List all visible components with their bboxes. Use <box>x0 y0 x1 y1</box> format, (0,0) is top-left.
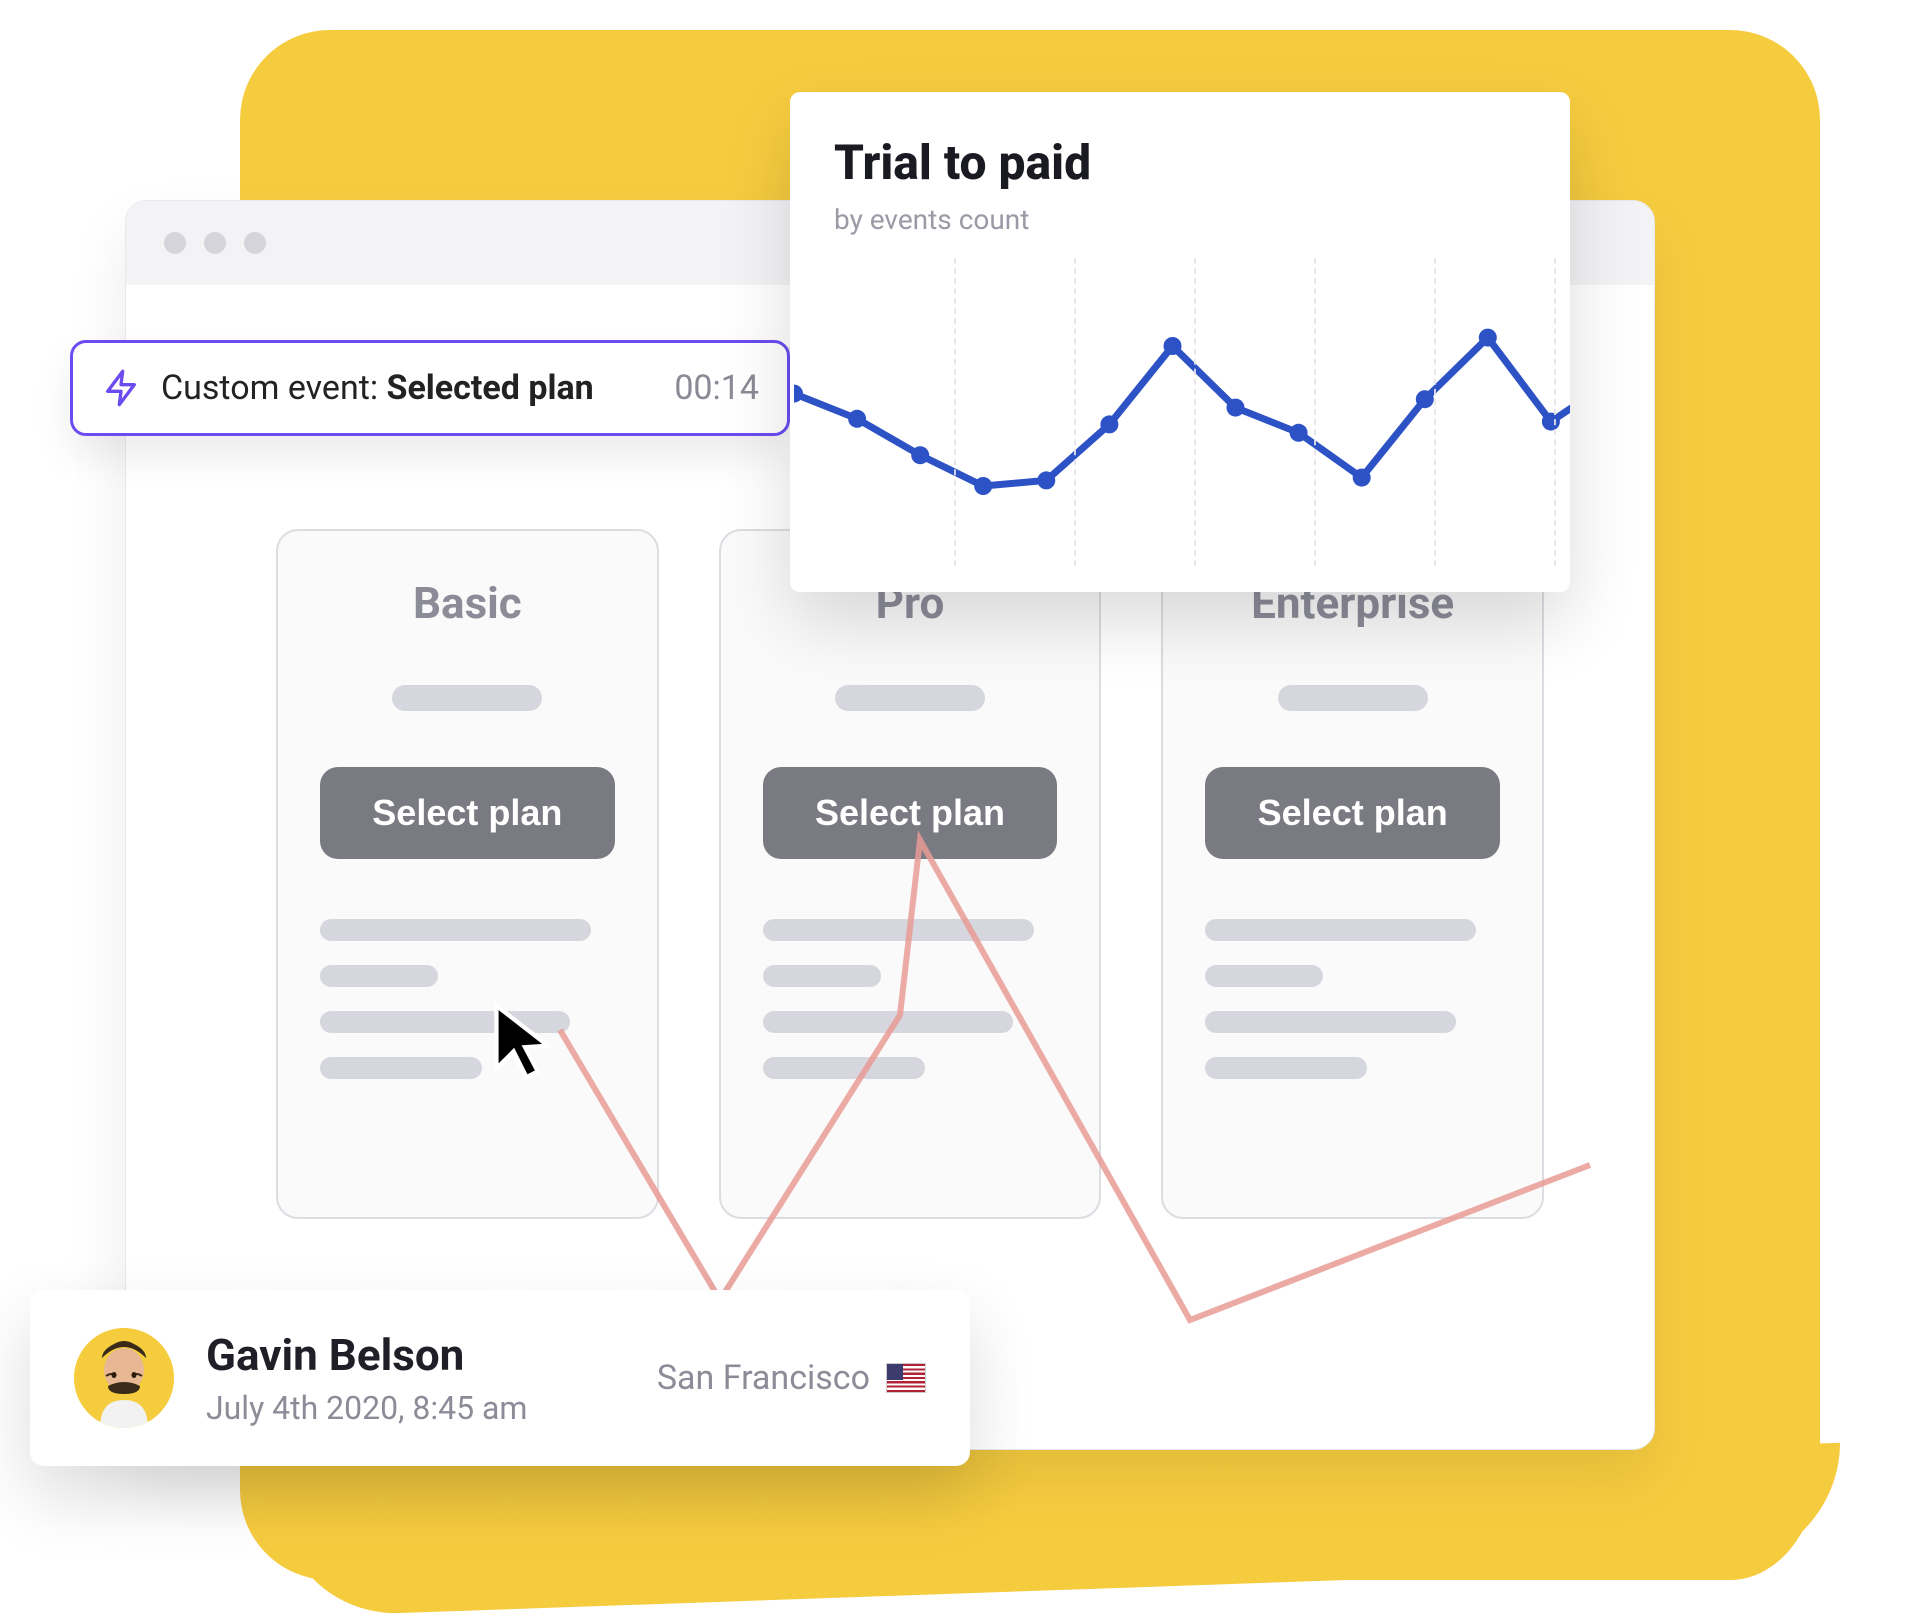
event-prefix: Custom event: <box>161 368 387 408</box>
traffic-light-dot <box>244 232 266 254</box>
user-info: Gavin Belson July 4th 2020, 8:45 am <box>206 1329 625 1427</box>
select-plan-button-enterprise[interactable]: Select plan <box>1205 767 1500 859</box>
skeleton-pill <box>1278 685 1428 711</box>
event-name: Selected plan <box>387 368 594 408</box>
user-location-text: San Francisco <box>657 1358 870 1398</box>
plan-card-enterprise: Enterprise Select plan <box>1161 529 1544 1219</box>
user-session-card[interactable]: Gavin Belson July 4th 2020, 8:45 am San … <box>30 1290 970 1466</box>
skeleton-pill <box>392 685 542 711</box>
chart-subtitle: by events count <box>834 203 1570 236</box>
skeleton-paragraph <box>1205 919 1500 1079</box>
plans-row: Basic Select plan Pro Select plan <box>276 519 1544 1219</box>
flag-icon <box>886 1363 926 1393</box>
user-name: Gavin Belson <box>206 1329 625 1381</box>
chart-card: Trial to paid by events count <box>790 92 1570 592</box>
event-timestamp: 00:14 <box>674 368 759 408</box>
plan-card-basic: Basic Select plan <box>276 529 659 1219</box>
plan-card-pro: Pro Select plan <box>719 529 1102 1219</box>
user-date: July 4th 2020, 8:45 am <box>206 1389 625 1427</box>
custom-event-pill: Custom event: Selected plan 00:14 <box>70 340 790 436</box>
select-plan-button-pro[interactable]: Select plan <box>763 767 1058 859</box>
traffic-light-dot <box>164 232 186 254</box>
plan-title: Basic <box>320 577 615 629</box>
bolt-icon <box>101 368 141 408</box>
chart-area <box>834 266 1570 566</box>
select-plan-button-basic[interactable]: Select plan <box>320 767 615 859</box>
skeleton-paragraph <box>763 919 1058 1079</box>
chart-line <box>794 266 1570 566</box>
traffic-light-dot <box>204 232 226 254</box>
skeleton-paragraph <box>320 919 615 1079</box>
event-text: Custom event: Selected plan <box>161 368 654 408</box>
chart-title: Trial to paid <box>834 134 1570 191</box>
avatar <box>74 1328 174 1428</box>
user-location: San Francisco <box>657 1358 926 1398</box>
skeleton-pill <box>835 685 985 711</box>
